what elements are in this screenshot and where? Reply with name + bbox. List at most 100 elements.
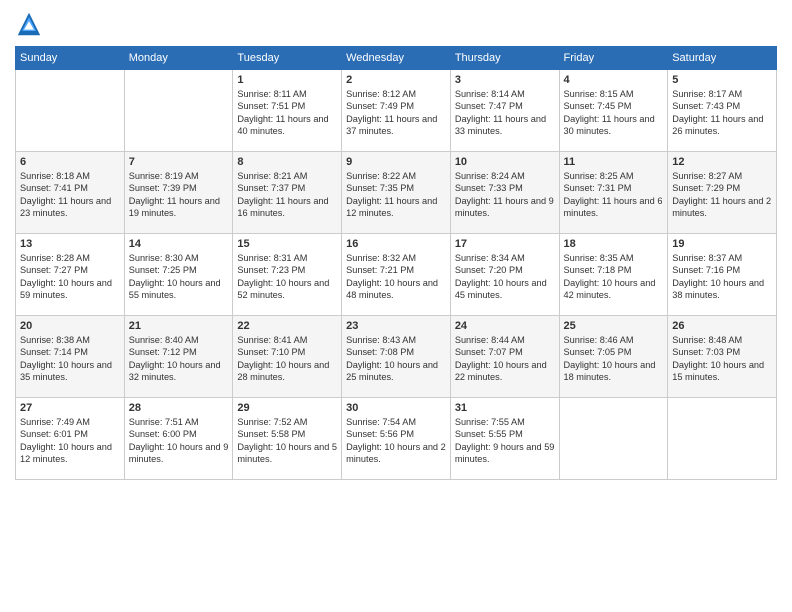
day-info: Sunrise: 8:38 AM Sunset: 7:14 PM Dayligh… [20, 334, 120, 384]
day-cell: 14 Sunrise: 8:30 AM Sunset: 7:25 PM Dayli… [124, 234, 233, 316]
day-cell: 31 Sunrise: 7:55 AM Sunset: 5:55 PM Dayli… [450, 398, 559, 480]
day-info: Sunrise: 8:17 AM Sunset: 7:43 PM Dayligh… [672, 88, 772, 138]
day-cell: 30 Sunrise: 7:54 AM Sunset: 5:56 PM Dayli… [342, 398, 451, 480]
day-info: Sunrise: 8:44 AM Sunset: 7:07 PM Dayligh… [455, 334, 555, 384]
day-cell [124, 70, 233, 152]
day-number: 14 [129, 238, 229, 250]
day-cell: 21 Sunrise: 8:40 AM Sunset: 7:12 PM Dayli… [124, 316, 233, 398]
day-cell: 24 Sunrise: 8:44 AM Sunset: 7:07 PM Dayli… [450, 316, 559, 398]
day-header-sunday: Sunday [16, 47, 125, 70]
day-info: Sunrise: 8:41 AM Sunset: 7:10 PM Dayligh… [237, 334, 337, 384]
day-cell: 26 Sunrise: 8:48 AM Sunset: 7:03 PM Dayli… [668, 316, 777, 398]
day-info: Sunrise: 8:22 AM Sunset: 7:35 PM Dayligh… [346, 170, 446, 220]
day-info: Sunrise: 8:48 AM Sunset: 7:03 PM Dayligh… [672, 334, 772, 384]
day-info: Sunrise: 8:25 AM Sunset: 7:31 PM Dayligh… [564, 170, 664, 220]
day-cell: 23 Sunrise: 8:43 AM Sunset: 7:08 PM Dayli… [342, 316, 451, 398]
day-number: 4 [564, 74, 664, 86]
day-info: Sunrise: 8:31 AM Sunset: 7:23 PM Dayligh… [237, 252, 337, 302]
day-number: 28 [129, 402, 229, 414]
day-number: 17 [455, 238, 555, 250]
day-header-tuesday: Tuesday [233, 47, 342, 70]
day-header-friday: Friday [559, 47, 668, 70]
page: SundayMondayTuesdayWednesdayThursdayFrid… [0, 0, 792, 612]
week-row-2: 13Sunrise: 8:28 AM Sunset: 7:27 PM Dayli… [16, 234, 777, 316]
day-cell: 2 Sunrise: 8:12 AM Sunset: 7:49 PM Daylig… [342, 70, 451, 152]
day-cell: 7 Sunrise: 8:19 AM Sunset: 7:39 PM Daylig… [124, 152, 233, 234]
day-cell: 6 Sunrise: 8:18 AM Sunset: 7:41 PM Daylig… [16, 152, 125, 234]
day-info: Sunrise: 8:12 AM Sunset: 7:49 PM Dayligh… [346, 88, 446, 138]
day-number: 25 [564, 320, 664, 332]
day-info: Sunrise: 8:24 AM Sunset: 7:33 PM Dayligh… [455, 170, 555, 220]
day-cell: 16Sunrise: 8:32 AM Sunset: 7:21 PM Dayli… [342, 234, 451, 316]
day-cell: 9Sunrise: 8:22 AM Sunset: 7:35 PM Daylig… [342, 152, 451, 234]
day-cell: 12 Sunrise: 8:27 AM Sunset: 7:29 PM Dayli… [668, 152, 777, 234]
day-number: 22 [237, 320, 337, 332]
day-cell: 29 Sunrise: 7:52 AM Sunset: 5:58 PM Dayli… [233, 398, 342, 480]
day-info: Sunrise: 8:18 AM Sunset: 7:41 PM Dayligh… [20, 170, 120, 220]
day-cell: 28 Sunrise: 7:51 AM Sunset: 6:00 PM Dayli… [124, 398, 233, 480]
day-info: Sunrise: 8:21 AM Sunset: 7:37 PM Dayligh… [237, 170, 337, 220]
day-cell [668, 398, 777, 480]
day-info: Sunrise: 8:15 AM Sunset: 7:45 PM Dayligh… [564, 88, 664, 138]
day-cell: 10 Sunrise: 8:24 AM Sunset: 7:33 PM Dayli… [450, 152, 559, 234]
day-number: 30 [346, 402, 446, 414]
day-number: 11 [564, 156, 664, 168]
day-info: Sunrise: 8:40 AM Sunset: 7:12 PM Dayligh… [129, 334, 229, 384]
day-number: 26 [672, 320, 772, 332]
day-info: Sunrise: 8:14 AM Sunset: 7:47 PM Dayligh… [455, 88, 555, 138]
day-number: 15 [237, 238, 337, 250]
day-number: 21 [129, 320, 229, 332]
calendar-table: SundayMondayTuesdayWednesdayThursdayFrid… [15, 46, 777, 480]
day-header-thursday: Thursday [450, 47, 559, 70]
day-info: Sunrise: 8:37 AM Sunset: 7:16 PM Dayligh… [672, 252, 772, 302]
day-info: Sunrise: 7:51 AM Sunset: 6:00 PM Dayligh… [129, 416, 229, 466]
day-number: 8 [237, 156, 337, 168]
day-cell: 11 Sunrise: 8:25 AM Sunset: 7:31 PM Dayli… [559, 152, 668, 234]
day-number: 18 [564, 238, 664, 250]
day-number: 23 [346, 320, 446, 332]
day-cell: 8 Sunrise: 8:21 AM Sunset: 7:37 PM Daylig… [233, 152, 342, 234]
day-header-monday: Monday [124, 47, 233, 70]
day-number: 20 [20, 320, 120, 332]
day-number: 3 [455, 74, 555, 86]
day-number: 16 [346, 238, 446, 250]
day-number: 6 [20, 156, 120, 168]
week-row-0: 1 Sunrise: 8:11 AM Sunset: 7:51 PM Daylig… [16, 70, 777, 152]
day-cell: 13Sunrise: 8:28 AM Sunset: 7:27 PM Dayli… [16, 234, 125, 316]
day-info: Sunrise: 7:55 AM Sunset: 5:55 PM Dayligh… [455, 416, 555, 466]
day-info: Sunrise: 8:43 AM Sunset: 7:08 PM Dayligh… [346, 334, 446, 384]
day-number: 24 [455, 320, 555, 332]
day-number: 27 [20, 402, 120, 414]
day-info: Sunrise: 8:30 AM Sunset: 7:25 PM Dayligh… [129, 252, 229, 302]
week-row-1: 6 Sunrise: 8:18 AM Sunset: 7:41 PM Daylig… [16, 152, 777, 234]
day-info: Sunrise: 8:34 AM Sunset: 7:20 PM Dayligh… [455, 252, 555, 302]
week-row-3: 20 Sunrise: 8:38 AM Sunset: 7:14 PM Dayli… [16, 316, 777, 398]
day-number: 13 [20, 238, 120, 250]
day-number: 31 [455, 402, 555, 414]
day-cell: 1 Sunrise: 8:11 AM Sunset: 7:51 PM Daylig… [233, 70, 342, 152]
logo-icon [15, 10, 43, 38]
day-number: 19 [672, 238, 772, 250]
day-info: Sunrise: 8:19 AM Sunset: 7:39 PM Dayligh… [129, 170, 229, 220]
day-cell: 19 Sunrise: 8:37 AM Sunset: 7:16 PM Dayli… [668, 234, 777, 316]
week-row-4: 27 Sunrise: 7:49 AM Sunset: 6:01 PM Dayli… [16, 398, 777, 480]
day-number: 2 [346, 74, 446, 86]
day-info: Sunrise: 7:52 AM Sunset: 5:58 PM Dayligh… [237, 416, 337, 466]
day-number: 1 [237, 74, 337, 86]
day-number: 29 [237, 402, 337, 414]
day-cell [16, 70, 125, 152]
day-info: Sunrise: 7:49 AM Sunset: 6:01 PM Dayligh… [20, 416, 120, 466]
day-number: 10 [455, 156, 555, 168]
day-cell: 15 Sunrise: 8:31 AM Sunset: 7:23 PM Dayli… [233, 234, 342, 316]
day-info: Sunrise: 8:27 AM Sunset: 7:29 PM Dayligh… [672, 170, 772, 220]
day-number: 12 [672, 156, 772, 168]
day-cell: 22 Sunrise: 8:41 AM Sunset: 7:10 PM Dayli… [233, 316, 342, 398]
header [15, 10, 777, 38]
day-number: 7 [129, 156, 229, 168]
day-cell: 25Sunrise: 8:46 AM Sunset: 7:05 PM Dayli… [559, 316, 668, 398]
header-row: SundayMondayTuesdayWednesdayThursdayFrid… [16, 47, 777, 70]
day-header-wednesday: Wednesday [342, 47, 451, 70]
day-info: Sunrise: 8:11 AM Sunset: 7:51 PM Dayligh… [237, 88, 337, 138]
day-info: Sunrise: 7:54 AM Sunset: 5:56 PM Dayligh… [346, 416, 446, 466]
day-cell: 3 Sunrise: 8:14 AM Sunset: 7:47 PM Daylig… [450, 70, 559, 152]
